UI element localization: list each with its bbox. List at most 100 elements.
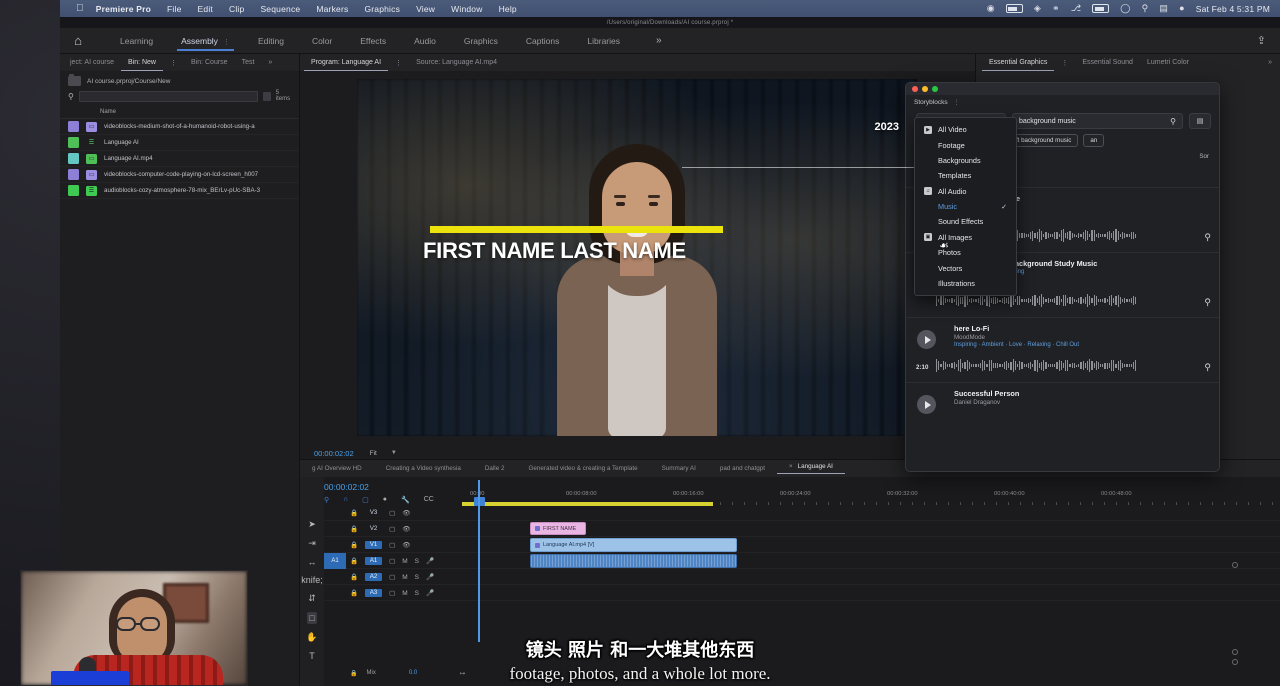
maximize-icon[interactable] bbox=[932, 86, 938, 92]
workspace-tab-editing[interactable]: Editing bbox=[244, 31, 298, 51]
lock-icon[interactable]: 🔒 bbox=[350, 557, 358, 565]
timeline-tab-ai-overview[interactable]: g AI Overview HD bbox=[300, 465, 374, 472]
lock-icon[interactable]: 🔒 bbox=[350, 525, 358, 533]
share-icon[interactable]: ⇪ bbox=[1257, 34, 1266, 47]
menu-item-window[interactable]: Window bbox=[451, 4, 482, 14]
track-header-a2[interactable]: 🔒 A2 ▢ M S 🎤 bbox=[324, 569, 468, 585]
menubar-clock[interactable]: Sat Feb 4 5:31 PM bbox=[1196, 4, 1270, 14]
tab-source-language-ai[interactable]: Source: Language AI.mp4 bbox=[409, 55, 504, 70]
panel-menu-icon[interactable]: ⋮ bbox=[954, 99, 960, 106]
microphone-icon[interactable]: 🎤 bbox=[426, 573, 434, 581]
track-header-v1[interactable]: 🔒 V1 ▢ 👁 bbox=[324, 537, 468, 553]
toggle-sync-lock-icon[interactable]: ▢ bbox=[389, 589, 395, 597]
project-list-item[interactable]: ▭ videoblocks-medium-shot-of-a-humanoid-… bbox=[60, 119, 299, 135]
timeline-tab-pad-and-chatgpt[interactable]: pad and chatgpt bbox=[708, 465, 777, 472]
project-breadcrumb[interactable]: AI course.prproj/Course/New bbox=[60, 71, 299, 89]
track-header-v3[interactable]: 🔒 V3 ▢ 👁 bbox=[324, 505, 468, 521]
menu-item-premiere-pro[interactable]: Premiere Pro bbox=[96, 4, 151, 14]
snap-icon[interactable]: ⚲ bbox=[324, 496, 329, 504]
dropdown-item-all-video[interactable]: ▶ All Video bbox=[915, 122, 1016, 137]
tab-essential-graphics[interactable]: Essential Graphics bbox=[982, 55, 1054, 71]
timeline-tab-generated-video[interactable]: Generated video & creating a Template bbox=[516, 465, 649, 472]
storyblocks-search-input[interactable]: background music ⚲ bbox=[1012, 113, 1183, 129]
project-list-item[interactable]: ☰ audioblocks-cozy-atmosphere-78-mix_BEr… bbox=[60, 183, 299, 199]
home-icon[interactable]: ⌂ bbox=[60, 33, 96, 48]
solo-icon[interactable]: S bbox=[415, 558, 419, 565]
workspace-tab-graphics[interactable]: Graphics bbox=[450, 31, 512, 51]
project-list-item[interactable]: ▭ Language AI.mp4 bbox=[60, 151, 299, 167]
program-timecode[interactable]: 00:00:02:02 bbox=[314, 449, 354, 458]
program-panel-menu-icon[interactable]: ⋮ bbox=[388, 55, 409, 71]
track-header-a3[interactable]: 🔒 A3 ▢ M S 🎤 bbox=[324, 585, 468, 601]
timeline-clip-audio[interactable] bbox=[530, 554, 737, 568]
project-tab-test[interactable]: Test bbox=[235, 55, 262, 70]
timeline-timecode[interactable]: 00:00:02:02 bbox=[324, 482, 369, 492]
eg-tabs-overflow[interactable]: » bbox=[1261, 55, 1280, 70]
menu-item-view[interactable]: View bbox=[416, 4, 435, 14]
siri-icon[interactable]: ● bbox=[1179, 4, 1185, 13]
workspace-tab-assembly[interactable]: Assembly⋮ bbox=[167, 31, 244, 51]
track-name-a3[interactable]: A3 bbox=[365, 589, 382, 597]
project-list-item[interactable]: ☰ Language AI bbox=[60, 135, 299, 151]
eg-panel-menu-icon[interactable]: ⋮ bbox=[1054, 55, 1075, 71]
menu-item-help[interactable]: Help bbox=[499, 4, 517, 14]
track-scroll-dot[interactable] bbox=[1232, 562, 1238, 568]
storyblocks-type-dropdown[interactable]: ▶ All Video Footage Backgrounds Template… bbox=[914, 117, 1017, 296]
grid-view-icon[interactable] bbox=[263, 92, 271, 101]
lock-icon[interactable]: 🔒 bbox=[350, 541, 358, 549]
dropbox-icon[interactable]: ◈ bbox=[1034, 4, 1041, 13]
track-name-v3[interactable]: V3 bbox=[365, 509, 382, 517]
add-marker-icon[interactable]: ● bbox=[383, 496, 387, 504]
play-icon[interactable] bbox=[917, 330, 936, 349]
panel-menu-icon[interactable]: ⋮ bbox=[223, 39, 230, 46]
toggle-track-output-icon[interactable]: 👁 bbox=[402, 525, 410, 533]
toggle-sync-lock-icon[interactable]: ▢ bbox=[389, 573, 395, 581]
program-fit-selector[interactable]: Fit ▼ bbox=[370, 450, 397, 457]
battery-icon[interactable] bbox=[1006, 4, 1023, 13]
project-panel-menu-icon[interactable]: ⋮ bbox=[163, 55, 184, 71]
track-header-a1[interactable]: 🔒 A1 ▢ M S 🎤 bbox=[324, 553, 468, 569]
control-center-icon[interactable]: ▤ bbox=[1159, 4, 1168, 13]
menu-item-markers[interactable]: Markers bbox=[316, 4, 348, 14]
mute-icon[interactable]: M bbox=[402, 590, 407, 597]
preview-zoom-icon[interactable]: ⚲ bbox=[1204, 362, 1211, 373]
apple-logo-icon[interactable]:  bbox=[76, 3, 84, 14]
result-tags[interactable]: Inspiring · Ambient · Love · Relaxing · … bbox=[954, 342, 1211, 348]
timeline-tab-summary-ai[interactable]: Summary AI bbox=[650, 465, 708, 472]
track-header-v2[interactable]: 🔒 V2 ▢ 👁 bbox=[324, 521, 468, 537]
bluetooth-icon[interactable]: ⎇ bbox=[1071, 4, 1082, 13]
audio-waveform[interactable] bbox=[936, 358, 1189, 373]
preview-zoom-icon[interactable]: ⚲ bbox=[1204, 232, 1211, 243]
playhead-handle[interactable] bbox=[474, 497, 485, 506]
menu-item-edit[interactable]: Edit bbox=[198, 4, 213, 14]
dropdown-item-music[interactable]: Music ✓ bbox=[915, 199, 1016, 214]
close-icon[interactable]: × bbox=[789, 464, 793, 470]
toggle-sync-lock-icon[interactable]: ▢ bbox=[389, 509, 395, 517]
search-icon[interactable]: ⚲ bbox=[1142, 4, 1149, 13]
toggle-track-output-icon[interactable]: 👁 bbox=[402, 509, 410, 517]
program-video-frame[interactable]: 2023 FIRST NAME LAST NAME bbox=[357, 79, 917, 436]
solo-icon[interactable]: S bbox=[415, 574, 419, 581]
filter-icon[interactable]: ▤ bbox=[1189, 113, 1211, 129]
slip-tool-icon[interactable]: ⇵ bbox=[308, 593, 316, 604]
toggle-sync-lock-icon[interactable]: ▢ bbox=[389, 557, 395, 565]
track-name-v2[interactable]: V2 bbox=[365, 525, 382, 533]
dropdown-item-vectors[interactable]: Vectors bbox=[915, 260, 1016, 275]
mute-icon[interactable]: M bbox=[402, 558, 407, 565]
dropdown-item-all-images[interactable]: ▣ All Images bbox=[915, 230, 1016, 245]
workspace-tab-audio[interactable]: Audio bbox=[400, 31, 450, 51]
workspace-tab-learning[interactable]: Learning bbox=[106, 31, 167, 51]
project-search-input[interactable] bbox=[79, 91, 258, 102]
toggle-sync-lock-icon[interactable]: ▢ bbox=[389, 525, 395, 533]
workspace-tab-captions[interactable]: Captions bbox=[512, 31, 574, 51]
tab-program-language-ai[interactable]: Program: Language AI bbox=[304, 55, 388, 71]
microphone-icon[interactable]: 🎤 bbox=[426, 557, 434, 565]
dropdown-item-illustrations[interactable]: Illustrations bbox=[915, 276, 1016, 291]
tab-lumetri-color[interactable]: Lumetri Color bbox=[1140, 55, 1196, 70]
microphone-icon[interactable]: 🎤 bbox=[426, 589, 434, 597]
menu-item-clip[interactable]: Clip bbox=[229, 4, 244, 14]
track-select-tool-icon[interactable]: ⇥ bbox=[308, 538, 316, 549]
lock-icon[interactable]: 🔒 bbox=[350, 573, 358, 581]
suggestion-chip[interactable]: an bbox=[1083, 134, 1104, 147]
minimize-icon[interactable] bbox=[922, 86, 928, 92]
